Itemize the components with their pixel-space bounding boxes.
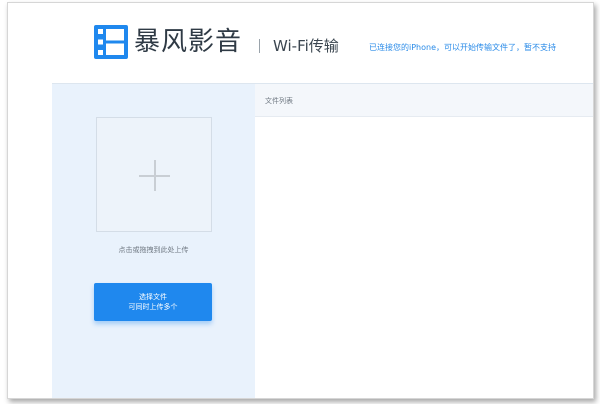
select-file-label: 选择文件: [139, 293, 167, 301]
header: 暴风影音 Wi-Fi传输 已连接您的iPhone，可以开始传输文件了，暂不支持: [8, 3, 593, 81]
header-divider: [259, 39, 260, 53]
upload-dropzone[interactable]: [96, 117, 212, 232]
select-file-sublabel: 可同时上传多个: [128, 303, 178, 311]
page-subtitle: Wi-Fi传输: [273, 37, 339, 55]
brand-name: 暴风影音: [134, 27, 243, 57]
app-window: 暴风影音 Wi-Fi传输 已连接您的iPhone，可以开始传输文件了，暂不支持 …: [7, 2, 594, 399]
plus-icon-vertical: [154, 160, 156, 191]
connection-notice: 已连接您的iPhone，可以开始传输文件了，暂不支持: [369, 43, 557, 52]
file-list-title: 文件列表: [265, 97, 293, 105]
upload-hint: 点击或拖拽到此处上传: [118, 246, 189, 254]
baofeng-logo-icon: [94, 25, 128, 59]
upload-panel: 点击或拖拽到此处上传 选择文件 可同时上传多个: [52, 83, 255, 398]
file-list-header: 文件列表: [255, 84, 593, 117]
select-file-button[interactable]: 选择文件 可同时上传多个: [94, 283, 212, 321]
file-list-panel: 文件列表: [255, 83, 593, 398]
